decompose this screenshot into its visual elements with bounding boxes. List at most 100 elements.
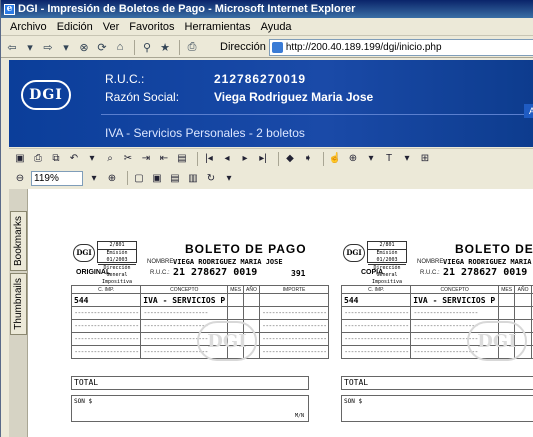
- ruc-label: R.U.C.:: [150, 270, 170, 276]
- graphics-select-icon[interactable]: ⊞: [418, 152, 432, 166]
- chevron-down-icon[interactable]: ▾: [58, 39, 74, 55]
- export-icon[interactable]: ⇤: [157, 152, 171, 166]
- chevron-down-icon[interactable]: ▾: [85, 152, 99, 166]
- col-mes: MES: [227, 285, 245, 294]
- menu-favoritos[interactable]: Favoritos: [124, 21, 179, 33]
- table-row: 544 IVA - SERVICIOS P: [70, 293, 330, 307]
- row-placeholder: --------------------: [70, 319, 142, 333]
- previous-page-icon[interactable]: ◂: [220, 152, 234, 166]
- row-placeholder: --------------------: [258, 319, 330, 333]
- chevron-down-icon[interactable]: ▾: [87, 171, 101, 185]
- row-placeholder: --------------------: [140, 306, 229, 320]
- nombre-label: NOMBRE:: [147, 259, 176, 265]
- find-icon[interactable]: ⌕: [103, 152, 117, 166]
- row-placeholder: --------------------: [70, 345, 142, 359]
- page-icon: [271, 41, 283, 53]
- banner-divider: [101, 114, 533, 115]
- row-placeholder: --------------------: [340, 332, 412, 346]
- side-tab-strip: Bookmarks Thumbnails: [9, 189, 28, 437]
- chevron-down-icon[interactable]: ▾: [364, 152, 378, 166]
- menu-ayuda[interactable]: Ayuda: [256, 21, 297, 33]
- nombre-label: NOMBRE:: [417, 259, 446, 265]
- hand-tool-icon[interactable]: ☝: [328, 152, 342, 166]
- dgi-logo: DGI: [21, 80, 71, 110]
- forward-icon[interactable]: ⇨: [40, 39, 56, 55]
- reader-toolbar-1: ▣ ⎙ ⧉ ↶ ▾ ⌕ ✂ ⇥ ⇤ ▤ |◂ ◂ ▸ ▸| ◆ ➧ ☝ ⊕ ▾ …: [9, 148, 533, 168]
- menu-herramientas[interactable]: Herramientas: [180, 21, 256, 33]
- stop-icon[interactable]: ⊗: [76, 39, 92, 55]
- search-icon[interactable]: ⚲: [139, 39, 155, 55]
- refresh-icon[interactable]: ⟳: [94, 39, 110, 55]
- chevron-down-icon[interactable]: ▾: [400, 152, 414, 166]
- toolbar-divider: [323, 151, 324, 166]
- actual-size-icon[interactable]: ▢: [132, 171, 146, 185]
- tab-thumbnails-label: Thumbnails: [13, 278, 24, 330]
- navigation-toolbar: ⇦ ▾ ⇨ ▾ ⊗ ⟳ ⌂ ⚲ ★ ⎙ Dirección http://200…: [1, 37, 533, 58]
- favorites-icon[interactable]: ★: [157, 39, 173, 55]
- row-concept: IVA - SERVICIOS P: [410, 293, 499, 307]
- contributor-name: VIEGA RODRIGUEZ MARIA JOSE: [173, 258, 283, 266]
- boleto-copia: DGI 2/801 Emisión 01/2003 Dirección Gene…: [340, 239, 533, 437]
- copy-icon[interactable]: ⧉: [49, 152, 63, 166]
- window-title: DGI - Impresión de Boletos de Pago - Mic…: [18, 3, 356, 15]
- go-back-icon[interactable]: ◆: [283, 152, 297, 166]
- form-emission: Emisión 01/2003: [98, 250, 136, 265]
- col-anio: AÑO: [243, 285, 260, 294]
- home-icon[interactable]: ⌂: [112, 39, 128, 55]
- row-placeholder: --------------------: [340, 306, 412, 320]
- zoom-out-icon[interactable]: ⊖: [13, 171, 27, 185]
- row-code: 544: [70, 293, 142, 307]
- zoom-in-icon[interactable]: ⊕: [346, 152, 360, 166]
- go-forward-icon[interactable]: ➧: [301, 152, 315, 166]
- print-icon[interactable]: ⎙: [184, 39, 200, 55]
- dgi-watermark: DGI: [467, 321, 527, 361]
- tab-bookmarks[interactable]: Bookmarks: [10, 211, 27, 271]
- export-icon[interactable]: ⇥: [139, 152, 153, 166]
- fit-page-icon[interactable]: ▣: [150, 171, 164, 185]
- chevron-down-icon[interactable]: ▾: [222, 171, 236, 185]
- col-cimp: C. IMP.: [70, 285, 142, 294]
- zoom-in-icon[interactable]: ⊕: [105, 171, 119, 185]
- mn-label: M/N: [294, 413, 304, 419]
- zoom-field[interactable]: 119%: [31, 170, 83, 186]
- print-icon[interactable]: ⎙: [31, 152, 45, 166]
- text-select-icon[interactable]: T: [382, 152, 396, 166]
- fit-visible-icon[interactable]: ▥: [186, 171, 200, 185]
- toolbar-divider: [278, 151, 279, 166]
- first-page-icon[interactable]: |◂: [202, 152, 216, 166]
- dgi-watermark: DGI: [197, 321, 257, 361]
- tab-bookmarks-label: Bookmarks: [13, 215, 24, 266]
- dgi-header-banner: DGI R.U.C.: 212786270019 Razón Social: V…: [9, 60, 533, 147]
- form-emission: Emisión 01/2003: [368, 250, 406, 265]
- table-row: -------------------- -------------------…: [340, 306, 533, 320]
- boleto-title: BOLETO DE PAG: [455, 242, 533, 256]
- col-importe: IMPORTE: [258, 285, 330, 294]
- form-stub: 2/801 Emisión 01/2003 Dirección General …: [367, 241, 407, 285]
- rotate-icon[interactable]: ↻: [204, 171, 218, 185]
- pdf-viewer: Bookmarks Thumbnails DGI 2/801 Emisión 0…: [9, 189, 533, 437]
- last-page-icon[interactable]: ▸|: [256, 152, 270, 166]
- undo-icon[interactable]: ↶: [67, 152, 81, 166]
- cut-icon[interactable]: ✂: [121, 152, 135, 166]
- address-bar[interactable]: http://200.40.189.199/dgi/inicio.php: [268, 38, 533, 56]
- ruc-label: R.U.C.:: [420, 270, 440, 276]
- menu-edicion[interactable]: Edición: [52, 21, 98, 33]
- row-placeholder: --------------------: [258, 332, 330, 346]
- layout-icon[interactable]: ▤: [175, 152, 189, 166]
- save-icon[interactable]: ▣: [13, 152, 27, 166]
- dgi-logo: DGI: [73, 244, 95, 262]
- col-cimp: C. IMP.: [340, 285, 412, 294]
- menu-ver[interactable]: Ver: [98, 21, 125, 33]
- razon-social-label: Razón Social:: [105, 90, 180, 104]
- menu-archivo[interactable]: Archivo: [5, 21, 52, 33]
- back-icon[interactable]: ⇦: [4, 39, 20, 55]
- fit-width-icon[interactable]: ▤: [168, 171, 182, 185]
- banner-edge-button[interactable]: A: [524, 104, 533, 118]
- tab-thumbnails[interactable]: Thumbnails: [10, 273, 27, 335]
- chevron-down-icon[interactable]: ▾: [22, 39, 38, 55]
- title-bar[interactable]: e DGI - Impresión de Boletos de Pago - M…: [1, 0, 533, 18]
- next-page-icon[interactable]: ▸: [238, 152, 252, 166]
- banner-subtitle: IVA - Servicios Personales - 2 boletos: [105, 126, 305, 140]
- address-url[interactable]: http://200.40.189.199/dgi/inicio.php: [286, 42, 442, 53]
- form-number: 2/801: [98, 242, 136, 250]
